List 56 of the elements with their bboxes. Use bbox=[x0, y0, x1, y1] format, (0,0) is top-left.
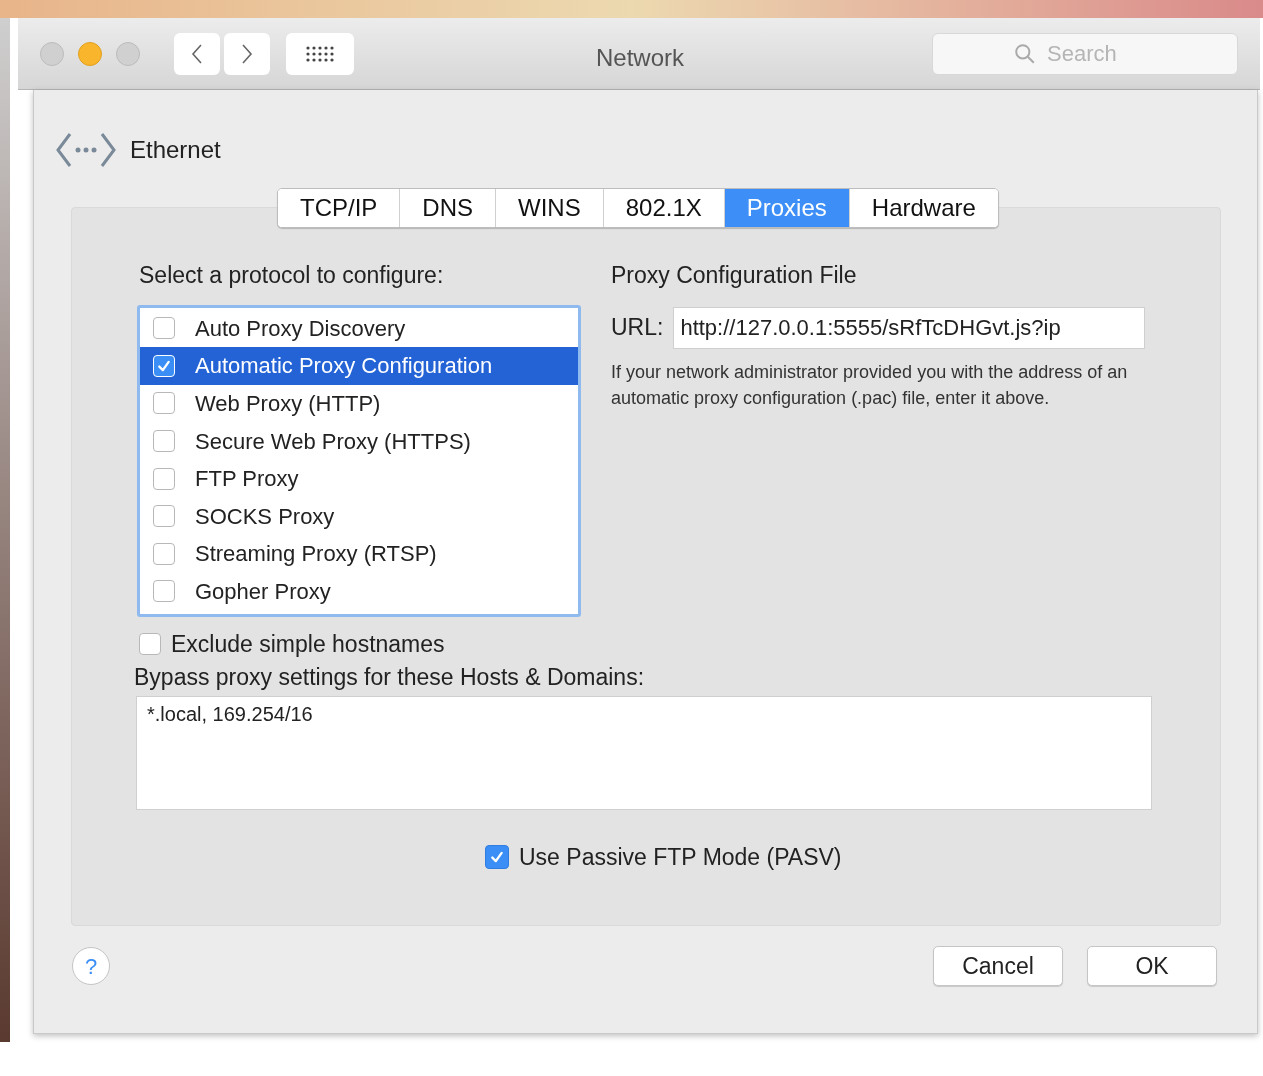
checkbox[interactable] bbox=[139, 632, 161, 655]
checkmark-icon bbox=[490, 850, 504, 865]
show-all-button[interactable] bbox=[286, 32, 354, 75]
dialog-button[interactable]: OK bbox=[1087, 946, 1217, 986]
service-name: Ethernet bbox=[130, 135, 221, 165]
back-button[interactable] bbox=[174, 32, 220, 75]
window-title: Network bbox=[596, 43, 685, 73]
chevron-left-icon bbox=[191, 43, 203, 64]
protocol-label: Automatic Proxy Configuration bbox=[195, 352, 493, 381]
url-field[interactable]: http://127.0.0.1:5555/sRfTcDHGvt.js?ip bbox=[673, 306, 1146, 349]
tab[interactable]: WINS bbox=[495, 189, 603, 227]
protocol-row[interactable]: Streaming Proxy (RTSP) bbox=[140, 535, 578, 573]
tab[interactable]: DNS bbox=[399, 189, 495, 227]
protocol-row[interactable]: Gopher Proxy bbox=[140, 572, 578, 611]
section-label: Bypass proxy settings for these Hosts & Domains: bbox=[134, 663, 645, 692]
protocol-label: Gopher Proxy bbox=[195, 577, 331, 606]
protocol-label: Web Proxy (HTTP) bbox=[195, 390, 381, 418]
section-label: Select a protocol to configure: bbox=[139, 261, 445, 290]
protocol-label: SOCKS Proxy bbox=[195, 502, 335, 531]
protocol-row[interactable]: Web Proxy (HTTP) bbox=[140, 384, 578, 423]
checkmark-icon bbox=[157, 358, 171, 373]
protocol-row[interactable]: SOCKS Proxy bbox=[140, 497, 578, 536]
checkbox-label: Use Passive FTP Mode (PASV) bbox=[519, 843, 842, 872]
protocol-label: FTP Proxy bbox=[195, 465, 299, 494]
grid-icon bbox=[306, 45, 334, 62]
protocol-label: Auto Proxy Discovery bbox=[195, 314, 406, 343]
tab[interactable]: TCP/IP bbox=[278, 189, 400, 227]
help-text: If your network administrator provided you with the address of an automatic proxy configuration (.pac) file, enter it above. bbox=[611, 360, 1129, 410]
tab[interactable]: Hardware bbox=[848, 189, 998, 227]
checkbox[interactable] bbox=[153, 467, 175, 490]
tab[interactable]: 802.1X bbox=[602, 189, 724, 227]
dialog-button[interactable]: Cancel bbox=[933, 946, 1063, 986]
checkbox[interactable] bbox=[485, 845, 509, 870]
forward-button[interactable] bbox=[224, 32, 270, 75]
protocol-row[interactable]: FTP Proxy bbox=[140, 459, 578, 498]
zoom-window-button[interactable] bbox=[116, 41, 140, 66]
protocol-label: Secure Web Proxy (HTTPS) bbox=[195, 427, 471, 456]
section-label: Proxy Configuration File bbox=[611, 261, 858, 290]
checkbox[interactable] bbox=[153, 317, 175, 340]
minimize-window-button[interactable] bbox=[78, 41, 102, 66]
checkbox-label: Exclude simple hostnames bbox=[171, 629, 445, 659]
checkbox[interactable] bbox=[153, 580, 175, 603]
close-window-button[interactable] bbox=[40, 41, 64, 66]
checkbox[interactable] bbox=[153, 505, 175, 528]
checkbox[interactable] bbox=[153, 392, 175, 415]
protocol-row[interactable]: Secure Web Proxy (HTTPS) bbox=[140, 422, 578, 460]
chevron-right-icon bbox=[241, 43, 253, 64]
url-label: URL: bbox=[611, 313, 664, 343]
protocol-row[interactable]: Automatic Proxy Configuration bbox=[140, 347, 578, 385]
protocol-label: Streaming Proxy (RTSP) bbox=[195, 540, 437, 569]
bypass-hosts-field[interactable]: *.local, 169.254/16 bbox=[136, 696, 1152, 810]
checkbox[interactable] bbox=[153, 430, 175, 453]
protocol-row[interactable]: Auto Proxy Discovery bbox=[140, 309, 578, 348]
checkbox[interactable] bbox=[153, 542, 175, 565]
search-icon bbox=[1014, 42, 1036, 65]
search-field[interactable]: Search bbox=[932, 32, 1238, 75]
